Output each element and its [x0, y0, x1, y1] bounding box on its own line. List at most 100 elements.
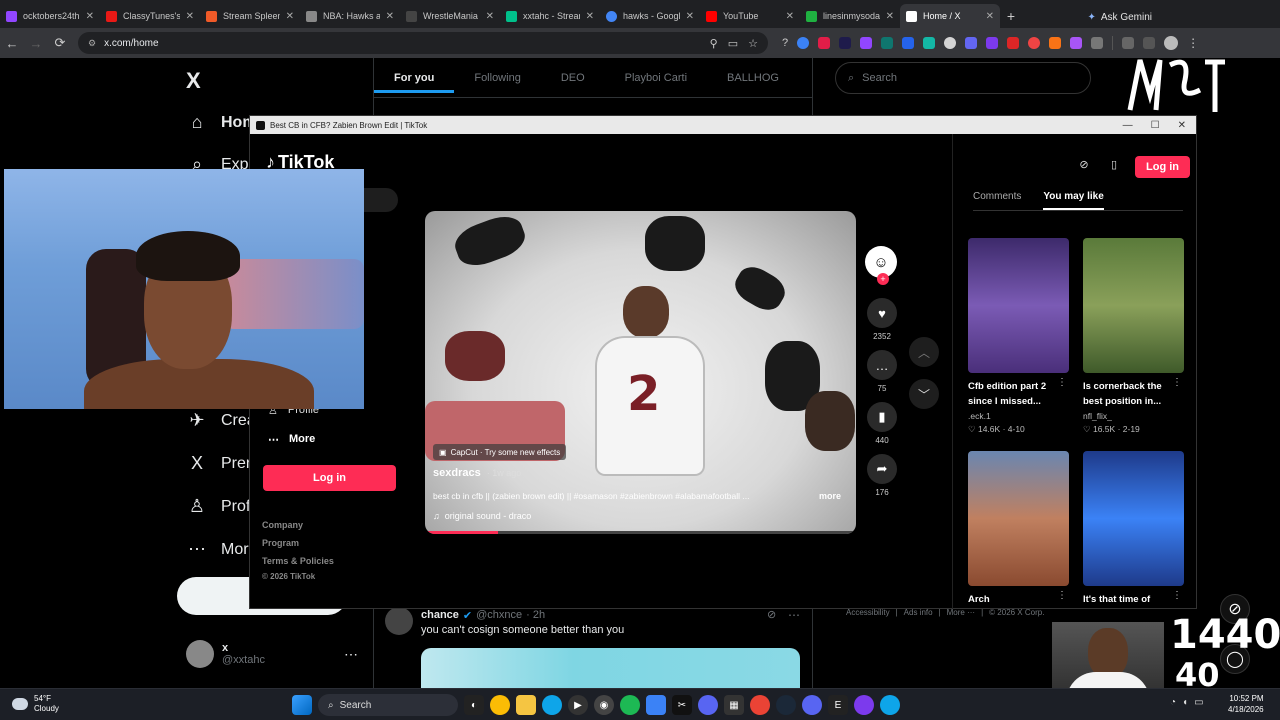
recommended-video-card[interactable]: Arch ⋮ [968, 451, 1069, 622]
video-username[interactable]: sexdracs [433, 467, 481, 479]
grok-icon[interactable]: ⊘ [767, 608, 776, 621]
tiktok-nav-more[interactable]: ⋯ More [268, 433, 315, 446]
windows-start-icon[interactable] [292, 695, 312, 715]
extensions-puzzle-icon[interactable] [1091, 37, 1104, 49]
weather-widget[interactable]: 54°F Cloudy [12, 694, 59, 714]
footer-link-company[interactable]: Company [262, 520, 303, 530]
profile-avatar[interactable] [1164, 36, 1179, 50]
browser-tab[interactable]: ClassyTunes's ✕ [100, 4, 200, 28]
zoom-icon[interactable]: ⚲ [710, 37, 718, 50]
back-button[interactable]: ← [0, 36, 24, 51]
tweet-handle[interactable]: @chxnce [476, 609, 522, 622]
recommended-video-card[interactable]: Cfb edition part 2 since I missed... ⋮ .… [968, 238, 1069, 435]
tweet-author[interactable]: chance [421, 609, 459, 622]
extension-icon[interactable] [881, 37, 894, 49]
photos-icon[interactable] [646, 695, 666, 715]
capcut-badge[interactable]: ▣ CapCut · Try some new effects [433, 444, 567, 460]
minimize-button[interactable]: — [1123, 120, 1133, 131]
epic-games-icon[interactable]: E [828, 695, 848, 715]
share-button[interactable]: ➦ 176 [865, 454, 899, 497]
chrome-menu-icon[interactable]: ⋮ [1187, 36, 1199, 50]
account-switcher[interactable]: x @xxtahc ⋯ [186, 640, 358, 668]
comment-button[interactable]: … 75 [865, 350, 899, 393]
close-icon[interactable]: ✕ [286, 11, 294, 22]
browser-tab[interactable]: xxtahc - Strean ✕ [500, 4, 600, 28]
extension-icon[interactable] [923, 37, 936, 49]
tab-deo[interactable]: DEO [541, 72, 605, 84]
footer-link-terms[interactable]: Terms & Policies [262, 556, 334, 566]
extension-icon[interactable] [1028, 37, 1041, 49]
recommended-video-card[interactable]: Is cornerback the best position in... ⋮ … [1083, 238, 1184, 435]
more-vertical-icon[interactable]: ⋮ [1172, 377, 1182, 388]
close-window-button[interactable]: ✕ [1178, 120, 1186, 131]
edge-icon[interactable] [542, 695, 562, 715]
video-sound[interactable]: ♫ original sound - draco [433, 511, 531, 521]
extension-icon[interactable] [965, 37, 978, 49]
extension-icon[interactable] [986, 37, 999, 49]
extension-icon[interactable] [1007, 37, 1020, 49]
more-vertical-icon[interactable]: ⋮ [1172, 590, 1182, 601]
site-info-icon[interactable]: ⚙ [88, 38, 96, 49]
copilot-icon[interactable]: ◐ [464, 695, 484, 715]
close-icon[interactable]: ✕ [86, 11, 94, 22]
discord-icon[interactable] [698, 695, 718, 715]
new-tab-button[interactable]: + [1000, 4, 1022, 28]
steam-icon[interactable] [776, 695, 796, 715]
side-panel-icon[interactable] [1122, 37, 1135, 49]
video-progress-bar[interactable] [425, 531, 856, 534]
video-author[interactable]: sexdracs · 1w ago [433, 467, 521, 479]
description-more-button[interactable]: more [819, 491, 841, 501]
app-icon[interactable] [880, 695, 900, 715]
reload-button[interactable]: ⟳ [48, 35, 72, 51]
video-player[interactable]: 2 ▣ CapCut · Try some new effects sexdra… [425, 211, 856, 534]
cast-icon[interactable]: ▭ [728, 37, 738, 50]
extension-icon[interactable] [860, 37, 873, 49]
browser-tab[interactable]: Stream Spleen ✕ [200, 4, 300, 28]
more-vertical-icon[interactable]: ⋮ [1057, 590, 1067, 601]
extension-icon[interactable] [1070, 37, 1083, 49]
close-icon[interactable]: ✕ [686, 11, 694, 22]
battery-icon[interactable]: ▭ [1194, 697, 1203, 708]
video-thumbnail[interactable] [1083, 451, 1184, 586]
browser-tab[interactable]: NBA: Hawks at ✕ [300, 4, 400, 28]
card-author[interactable]: nfl_flix_ [1083, 411, 1184, 421]
extension-icon[interactable] [902, 37, 915, 49]
close-icon[interactable]: ✕ [986, 11, 994, 22]
video-thumbnail[interactable] [1083, 238, 1184, 373]
nav-create[interactable]: ✈ Crea [187, 410, 255, 431]
extension-icon[interactable] [797, 37, 810, 49]
chrome-icon[interactable] [490, 695, 510, 715]
follow-plus-icon[interactable]: + [877, 273, 889, 285]
tab-search-icon[interactable] [1143, 37, 1156, 49]
close-icon[interactable]: ✕ [886, 11, 894, 22]
tab-comments[interactable]: Comments [973, 191, 1021, 210]
previous-video-button[interactable]: ︿ [909, 337, 939, 367]
x-logo[interactable]: X [186, 68, 201, 94]
avatar[interactable] [385, 607, 413, 635]
browser-tab[interactable]: WrestleMania ✕ [400, 4, 500, 28]
spotify-icon[interactable] [620, 695, 640, 715]
browser-tab[interactable]: ocktobers24th ✕ [0, 4, 100, 28]
help-icon[interactable]: ? [782, 37, 788, 49]
save-button[interactable]: ▮ 440 [865, 402, 899, 445]
nav-more[interactable]: ⋯ More [187, 539, 257, 560]
media-player-icon[interactable]: ▶ [568, 695, 588, 715]
capcut-icon[interactable]: ✂ [672, 695, 692, 715]
next-video-button[interactable]: ﹀ [909, 379, 939, 409]
footer-link-program[interactable]: Program [262, 538, 299, 548]
discord-icon[interactable] [802, 695, 822, 715]
like-button[interactable]: ♥ 2352 [865, 298, 899, 341]
login-button[interactable]: Log in [263, 465, 396, 491]
footer-link[interactable]: Accessibility [846, 608, 890, 617]
address-bar[interactable]: ⚙ x.com/home ⚲ ▭ ☆ [78, 32, 768, 54]
wifi-icon[interactable]: ◔ [1170, 697, 1176, 708]
obs-icon[interactable]: ◉ [594, 695, 614, 715]
nav-profile[interactable]: ♙ Profi [187, 496, 254, 517]
browser-tab[interactable]: YouTube ✕ [700, 4, 800, 28]
tab-for-you[interactable]: For you [374, 72, 455, 93]
tab-following[interactable]: Following [454, 72, 540, 84]
taskbar-search[interactable]: ⌕ Search [318, 694, 458, 716]
extension-icon[interactable] [839, 37, 852, 49]
window-titlebar[interactable]: Best CB in CFB? Zabien Brown Edit | TikT… [250, 116, 1196, 134]
file-explorer-icon[interactable] [516, 695, 536, 715]
